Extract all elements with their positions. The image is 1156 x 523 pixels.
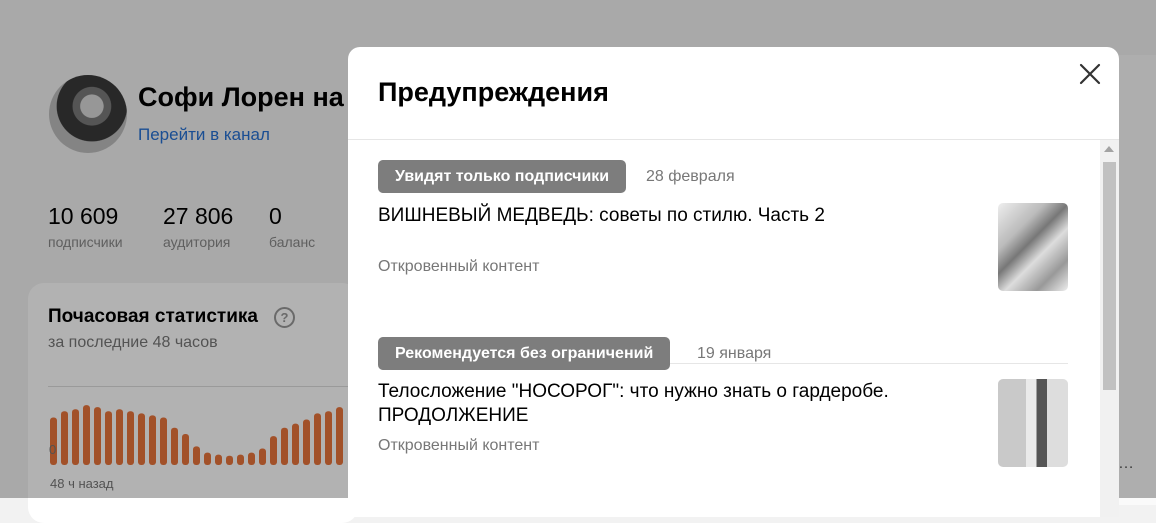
warning-date: 28 февраля [646, 168, 735, 185]
warning-reason: Откровенный контент [378, 258, 540, 275]
status-badge: Рекомендуется без ограничений [378, 337, 671, 370]
scrollbar[interactable] [1100, 140, 1119, 517]
status-badge: Увидят только подписчики [378, 160, 627, 193]
warnings-modal: Предупреждения Увидят только подписчики … [348, 47, 1119, 517]
warning-reason: Откровенный контент [378, 437, 540, 454]
warning-item[interactable]: Увидят только подписчики 28 февраля ВИШН… [378, 160, 1068, 300]
close-icon[interactable] [1078, 62, 1102, 86]
scroll-up-arrow-icon[interactable] [1104, 146, 1114, 152]
article-thumbnail[interactable] [998, 203, 1068, 291]
article-title[interactable]: Телосложение "НОСОРОГ": что нужно знать … [378, 380, 958, 428]
modal-title: Предупреждения [378, 77, 609, 107]
article-thumbnail[interactable] [998, 379, 1068, 467]
warnings-list: Увидят только подписчики 28 февраля ВИШН… [348, 140, 1100, 517]
warning-item[interactable]: Рекомендуется без ограничений 19 января … [378, 337, 1068, 497]
article-title[interactable]: ВИШНЕВЫЙ МЕДВЕДЬ: советы по стилю. Часть… [378, 204, 958, 228]
scrollbar-thumb[interactable] [1103, 162, 1116, 390]
warning-date: 19 января [697, 345, 772, 362]
